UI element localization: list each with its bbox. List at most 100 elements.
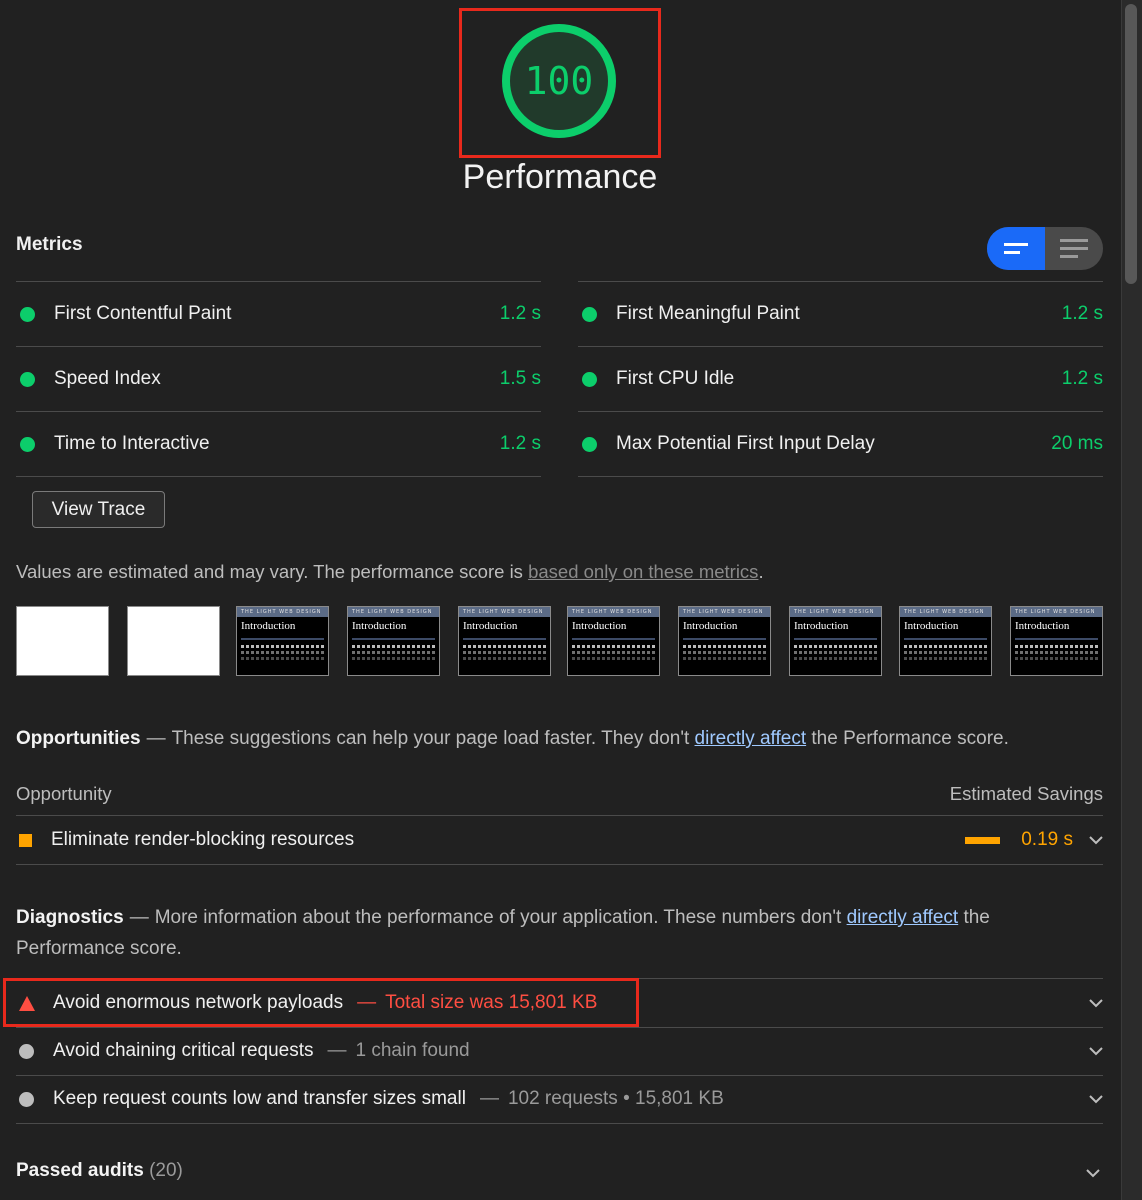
frame-text [1015,645,1098,648]
frame-header: THE LIGHT WEB DESIGN [237,607,328,617]
frame-text [904,657,987,660]
metric-value: 1.2 s [499,303,541,324]
filmstrip-frame: THE LIGHT WEB DESIGN Introduction [236,606,329,676]
view-trace-button[interactable]: View Trace [32,491,165,528]
frame-text [683,645,766,648]
compact-view-toggle-button[interactable] [987,227,1045,270]
frame-rule [1015,638,1098,640]
diagnostics-heading: Diagnostics [16,907,124,928]
frame-text [572,657,655,660]
metric-row: Speed Index 1.5 s [16,347,541,411]
estimate-note: Values are estimated and may vary. The p… [16,561,764,583]
frame-header: THE LIGHT WEB DESIGN [348,607,439,617]
metric-label: First Contentful Paint [54,303,232,324]
compact-view-icon-line [1004,251,1020,254]
chevron-down-icon[interactable] [1089,1044,1103,1058]
savings-bar [965,836,1001,844]
diagnostic-detail: 1 chain found [355,1040,470,1061]
diagnostics-description-line2: Performance score. [16,938,182,959]
expanded-view-icon-line [1060,247,1088,250]
metric-value: 1.5 s [499,368,541,389]
frame-text [241,651,324,654]
expanded-view-toggle-button[interactable] [1045,227,1103,270]
directly-affect-link[interactable]: directly affect [695,728,807,749]
frame-title: Introduction [572,620,627,632]
frame-text [794,651,877,654]
chevron-down-icon[interactable] [1089,1092,1103,1106]
separator-dash: — [146,728,166,749]
pass-status-icon [20,371,35,387]
filmstrip-frame [127,606,220,676]
filmstrip-frame: THE LIGHT WEB DESIGN Introduction [567,606,660,676]
frame-header: THE LIGHT WEB DESIGN [790,607,881,617]
diagnostics-header: Diagnostics — More information about the p… [16,902,1106,964]
expanded-view-icon [1060,239,1088,242]
warning-square-icon [19,833,32,847]
frame-text [794,657,877,660]
diagnostic-row[interactable]: Keep request counts low and transfer siz… [16,1075,1103,1123]
metric-label: Max Potential First Input Delay [616,433,875,454]
frame-header: THE LIGHT WEB DESIGN [1011,607,1102,617]
opportunity-label: Eliminate render-blocking resources [51,829,355,850]
opportunities-description-end: the Performance score. [806,728,1009,749]
frame-header: THE LIGHT WEB DESIGN [679,607,770,617]
diagnostic-detail: Total size was 15,801 KB [385,992,598,1013]
diagnostic-label: Avoid chaining critical requests [53,1040,314,1061]
diagnostic-label: Avoid enormous network payloads [53,992,344,1013]
metric-row: Max Potential First Input Delay 20 ms [578,412,1103,476]
passed-audits-label: Passed audits [16,1160,144,1181]
filmstrip-frame: THE LIGHT WEB DESIGN Introduction [347,606,440,676]
estimate-text: Values are estimated and may vary. The p… [16,561,529,582]
separator-dash: — [357,992,377,1013]
filmstrip-frame: THE LIGHT WEB DESIGN Introduction [458,606,551,676]
based-only-on-metrics-link[interactable]: based only on these metrics [528,561,758,582]
performance-title: Performance [462,158,658,196]
frame-header: THE LIGHT WEB DESIGN [459,607,550,617]
metric-row: First Meaningful Paint 1.2 s [578,282,1103,346]
pass-status-icon [582,436,597,452]
opportunities-header: Opportunities — These suggestions can help… [16,728,1009,750]
metrics-view-toggle[interactable] [987,227,1103,270]
metrics-column-left: First Contentful Paint 1.2 s Speed Index… [16,281,541,477]
estimated-savings-column-header: Estimated Savings [949,783,1103,804]
chevron-down-icon[interactable] [1089,833,1103,847]
frame-text [352,645,435,648]
filmstrip-frame: THE LIGHT WEB DESIGN Introduction [789,606,882,676]
chevron-down-icon[interactable] [1086,1166,1100,1180]
frame-rule [463,638,546,640]
performance-score-gauge: 100 [502,24,616,138]
scrollbar-thumb[interactable] [1125,4,1137,284]
frame-title: Introduction [463,620,518,632]
frame-text [794,645,877,648]
diagnostic-row[interactable]: Avoid chaining critical requests — 1 cha… [16,1027,1103,1075]
frame-rule [904,638,987,640]
diagnostic-row[interactable]: Avoid enormous network payloads — Total … [16,979,1103,1027]
frame-title: Introduction [904,620,959,632]
frame-text [904,645,987,648]
frame-text [1015,657,1098,660]
frame-text [241,657,324,660]
info-dot-icon [19,1043,34,1059]
frame-text [352,651,435,654]
frame-header: THE LIGHT WEB DESIGN [568,607,659,617]
pass-status-icon [20,436,35,452]
metrics-heading: Metrics [16,234,83,255]
frame-rule [794,638,877,640]
passed-audits-header[interactable]: Passed audits (20) [16,1160,183,1182]
passed-audits-count: (20) [149,1160,183,1181]
opportunity-row[interactable]: Eliminate render-blocking resources 0.19… [16,816,1103,864]
chevron-down-icon[interactable] [1089,996,1103,1010]
filmstrip-frame: THE LIGHT WEB DESIGN Introduction [1010,606,1103,676]
filmstrip-frame: THE LIGHT WEB DESIGN Introduction [899,606,992,676]
frame-text [683,657,766,660]
directly-affect-link[interactable]: directly affect [847,907,959,928]
performance-score-value: 100 [524,59,594,103]
metrics-column-right: First Meaningful Paint 1.2 s First CPU I… [578,281,1103,477]
frame-rule [683,638,766,640]
frame-rule [352,638,435,640]
diagnostic-detail: 102 requests • 15,801 KB [507,1088,724,1109]
metric-row: First CPU Idle 1.2 s [578,347,1103,411]
frame-rule [241,638,324,640]
separator-dash: — [327,1040,347,1061]
divider [578,476,1103,477]
